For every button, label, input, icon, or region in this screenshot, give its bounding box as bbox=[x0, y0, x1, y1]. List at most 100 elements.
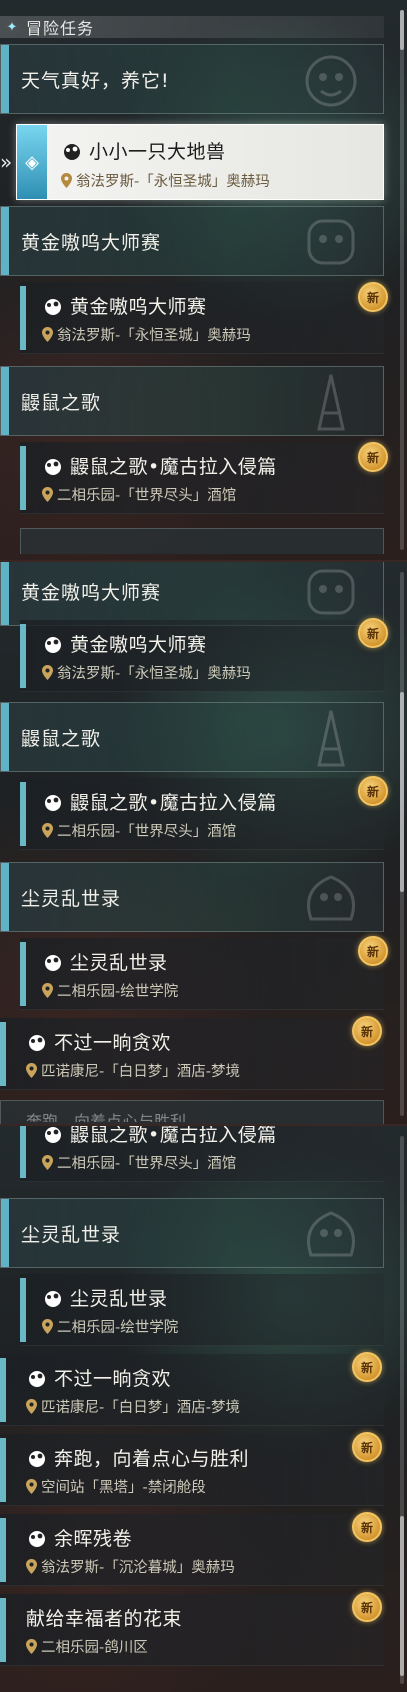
new-badge-icon: 新 bbox=[358, 776, 388, 806]
diamond-icon: ✦ bbox=[6, 19, 18, 35]
quest-item[interactable]: 黄金嗷呜大师赛 翁法罗斯-「永恒圣城」奥赫玛 bbox=[20, 620, 384, 692]
quest-group[interactable]: 天气真好，养它! bbox=[0, 44, 384, 114]
pin-icon bbox=[42, 823, 53, 838]
group-accent bbox=[1, 562, 9, 625]
group-label: 黄金嗷呜大师赛 bbox=[21, 581, 162, 604]
paw-icon bbox=[45, 458, 61, 475]
pin-icon bbox=[42, 1155, 53, 1170]
quest-item[interactable]: 鼹鼠之歌•魔古拉入侵篇 二相乐园-「世界尽头」酒馆 bbox=[20, 778, 384, 850]
group-accent bbox=[1, 863, 9, 931]
paw-icon bbox=[45, 1126, 61, 1143]
scrollbar[interactable] bbox=[400, 1136, 404, 1684]
quest-location: 二相乐园-鸽川区 bbox=[41, 1640, 148, 1656]
quest-item-selected[interactable]: ◈ 小小一只大地兽 翁法罗斯-「永恒圣城」奥赫玛 bbox=[16, 124, 384, 200]
quest-location: 二相乐园-「世界尽头」酒馆 bbox=[57, 824, 237, 840]
quest-name-partial: 奔跑，向着点心与胜利 bbox=[26, 1112, 187, 1122]
group-label: 鼹鼠之歌 bbox=[21, 391, 102, 414]
quest-group[interactable]: 黄金嗷呜大师赛 bbox=[0, 206, 384, 276]
scrollbar-thumb[interactable] bbox=[400, 1516, 404, 1676]
pin-icon bbox=[26, 1639, 37, 1654]
quest-panel-2: 黄金嗷呜大师赛 黄金嗷呜大师赛 翁法罗斯-「永恒圣城」奥赫玛 新 鼹鼠之歌 鼹鼠… bbox=[0, 560, 407, 1124]
quest-location: 翁法罗斯-「永恒圣城」奥赫玛 bbox=[57, 666, 251, 682]
pin-icon bbox=[61, 173, 72, 188]
paw-icon bbox=[45, 298, 61, 315]
quest-group[interactable]: 黄金嗷呜大师赛 bbox=[0, 562, 384, 626]
quest-name: 鼹鼠之歌•魔古拉入侵篇 bbox=[70, 1124, 277, 1146]
new-badge-icon: 新 bbox=[358, 442, 388, 472]
paw-icon bbox=[29, 1034, 45, 1051]
group-accent bbox=[1, 703, 9, 771]
spirit-emblem-icon bbox=[307, 875, 355, 921]
pin-icon bbox=[26, 1559, 37, 1574]
quest-group[interactable]: 鼹鼠之歌 bbox=[0, 702, 384, 772]
paw-icon bbox=[45, 794, 61, 811]
quest-group-partial[interactable] bbox=[20, 528, 384, 554]
item-accent-bar bbox=[20, 286, 26, 350]
spirit-emblem-icon bbox=[307, 1211, 355, 1257]
pin-icon bbox=[42, 487, 53, 502]
scrollbar-thumb[interactable] bbox=[400, 10, 404, 50]
quest-location: 翁法罗斯-「永恒圣城」奥赫玛 bbox=[76, 174, 270, 190]
paw-icon bbox=[29, 1450, 45, 1467]
quest-name: 小小一只大地兽 bbox=[89, 141, 226, 163]
quest-group[interactable]: 尘灵乱世录 bbox=[0, 1198, 384, 1268]
quest-item[interactable]: 尘灵乱世录 二相乐园-绘世学院 bbox=[20, 938, 384, 1010]
quest-item[interactable]: 鼹鼠之歌•魔古拉入侵篇 二相乐园-「世界尽头」酒馆 bbox=[20, 442, 384, 514]
selected-accent: ◈ bbox=[17, 125, 47, 199]
pin-icon bbox=[42, 665, 53, 680]
quest-item[interactable]: 献给幸福者的花束 二相乐园-鸽川区 bbox=[0, 1594, 384, 1666]
diamond-icon: ◈ bbox=[25, 151, 39, 173]
scrollbar[interactable] bbox=[400, 572, 404, 1116]
tower-emblem-icon bbox=[317, 374, 345, 431]
quest-item[interactable]: 余晖残卷 翁法罗斯-「沉沦暮城」奥赫玛 bbox=[0, 1514, 384, 1586]
quest-name: 不过一晌贪欢 bbox=[54, 1032, 172, 1054]
item-accent-bar bbox=[0, 1022, 6, 1086]
paw-icon bbox=[45, 636, 61, 653]
quest-location: 翁法罗斯-「永恒圣城」奥赫玛 bbox=[57, 328, 251, 344]
quest-list-screenshot: ✦ 冒险任务 天气真好，养它! » ◈ 小小一只大地兽 翁法罗斯-「永恒圣城」奥… bbox=[0, 0, 407, 1692]
new-badge-icon: 新 bbox=[358, 618, 388, 648]
quest-item[interactable]: 不过一晌贪欢 匹诺康尼-「白日梦」酒店-梦境 bbox=[0, 1018, 384, 1090]
group-label: 黄金嗷呜大师赛 bbox=[21, 231, 162, 254]
quest-name: 鼹鼠之歌•魔古拉入侵篇 bbox=[70, 792, 277, 814]
quest-name: 黄金嗷呜大师赛 bbox=[70, 296, 207, 318]
quest-location: 匹诺康尼-「白日梦」酒店-梦境 bbox=[41, 1064, 240, 1080]
scrollbar-thumb[interactable] bbox=[400, 692, 404, 892]
quest-location: 二相乐园-绘世学院 bbox=[57, 1320, 179, 1336]
quest-item[interactable]: 鼹鼠之歌•魔古拉入侵篇 二相乐园-「世界尽头」酒馆 bbox=[20, 1124, 384, 1182]
new-badge-icon: 新 bbox=[352, 1352, 382, 1382]
quest-panel-1: ✦ 冒险任务 天气真好，养它! » ◈ 小小一只大地兽 翁法罗斯-「永恒圣城」奥… bbox=[0, 0, 407, 560]
pin-icon bbox=[42, 327, 53, 342]
mascot-emblem-icon bbox=[305, 55, 357, 107]
item-accent-bar bbox=[0, 1598, 6, 1662]
group-accent bbox=[1, 45, 9, 113]
new-badge-icon: 新 bbox=[352, 1512, 382, 1542]
pin-icon bbox=[26, 1479, 37, 1494]
quest-location: 空间站「黑塔」-禁闭舱段 bbox=[41, 1480, 206, 1496]
quest-item[interactable]: 黄金嗷呜大师赛 翁法罗斯-「永恒圣城」奥赫玛 bbox=[20, 282, 384, 354]
section-title-bar: ✦ 冒险任务 bbox=[0, 16, 384, 38]
quest-item[interactable]: 奔跑，向着点心与胜利 空间站「黑塔」-禁闭舱段 bbox=[0, 1434, 384, 1506]
group-accent bbox=[1, 1199, 9, 1267]
new-badge-icon: 新 bbox=[352, 1432, 382, 1462]
selection-pointer-icon: » bbox=[0, 150, 13, 174]
paw-icon bbox=[45, 1290, 61, 1307]
quest-name: 黄金嗷呜大师赛 bbox=[70, 634, 207, 656]
quest-item[interactable]: 尘灵乱世录 二相乐园-绘世学院 bbox=[20, 1274, 384, 1346]
mascot-emblem-icon bbox=[307, 219, 355, 265]
item-accent-bar bbox=[0, 1518, 6, 1582]
scrollbar[interactable] bbox=[400, 10, 404, 550]
quest-group[interactable]: 尘灵乱世录 bbox=[0, 862, 384, 932]
quest-group[interactable]: 鼹鼠之歌 bbox=[0, 366, 384, 436]
paw-icon bbox=[64, 143, 80, 160]
item-accent-bar bbox=[0, 1358, 6, 1422]
paw-icon bbox=[45, 954, 61, 971]
quest-location: 翁法罗斯-「沉沦暮城」奥赫玛 bbox=[41, 1560, 235, 1576]
paw-icon bbox=[29, 1530, 45, 1547]
pin-icon bbox=[26, 1063, 37, 1078]
quest-item[interactable]: 不过一晌贪欢 匹诺康尼-「白日梦」酒店-梦境 bbox=[0, 1354, 384, 1426]
item-accent-bar bbox=[20, 624, 26, 688]
item-accent-bar bbox=[20, 446, 26, 510]
pin-icon bbox=[42, 983, 53, 998]
quest-location: 二相乐园-「世界尽头」酒馆 bbox=[57, 1156, 237, 1172]
